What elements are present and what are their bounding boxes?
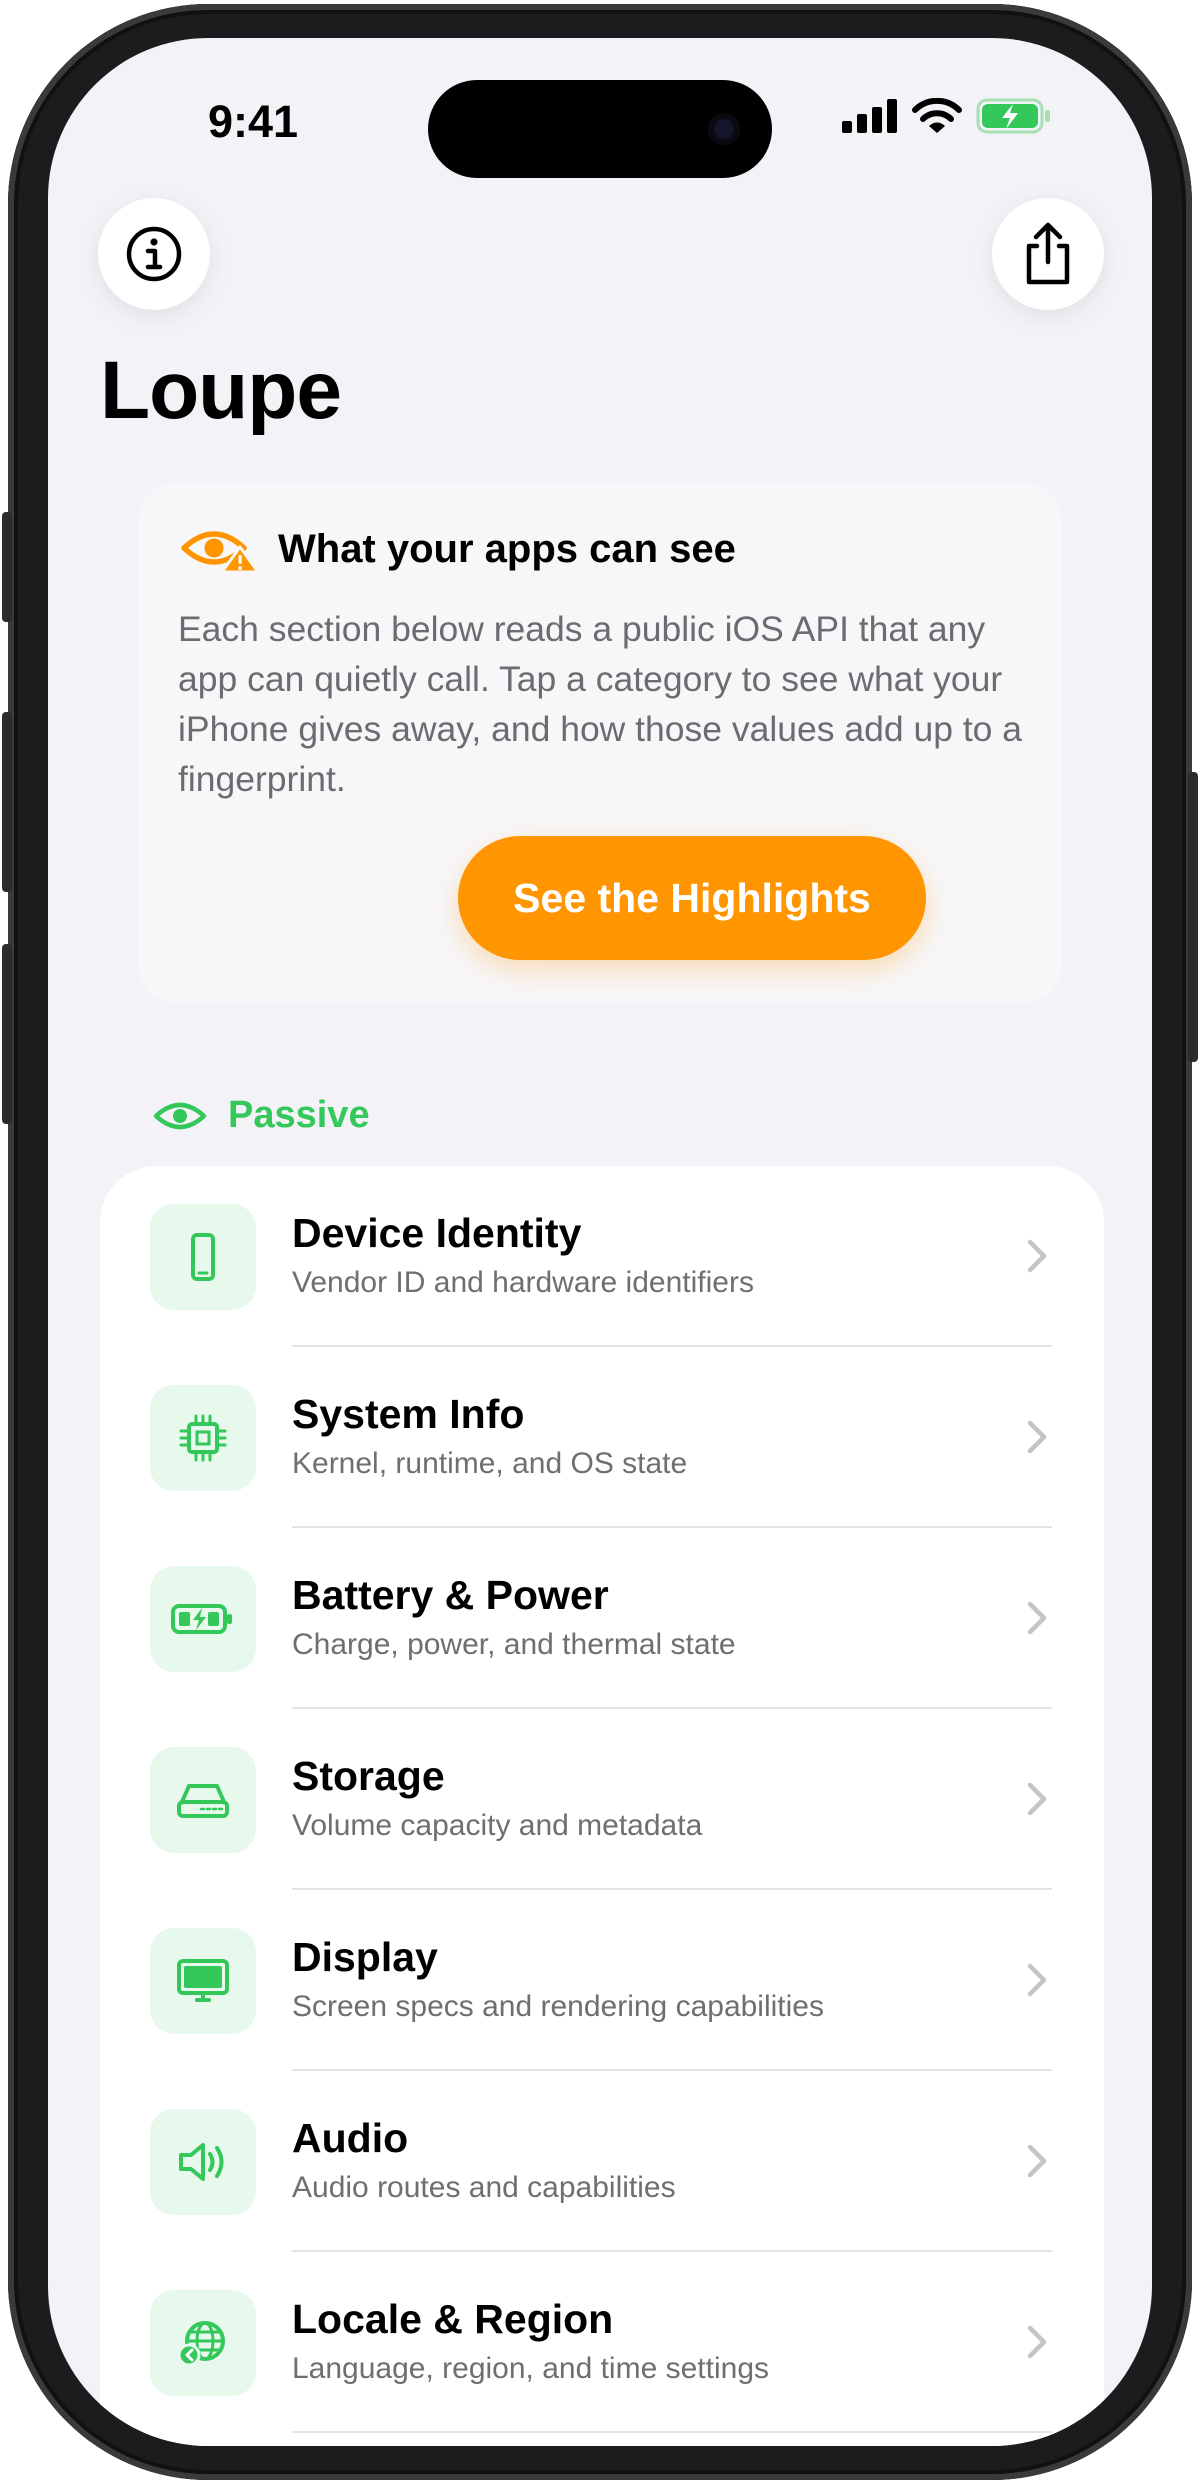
row-icon-tile	[150, 1566, 256, 1672]
row-subtitle: Volume capacity and metadata	[292, 1809, 703, 1842]
globe-icon	[177, 2321, 225, 2367]
chevron-right-icon	[1027, 1239, 1047, 1273]
row-subtitle: Vendor ID and hardware identifiers	[292, 1266, 754, 1299]
intro-card: What your apps can see Each section belo…	[138, 482, 1062, 1004]
cellular-signal-icon	[842, 99, 897, 133]
row-subtitle: Language, region, and time settings	[292, 2352, 769, 2385]
battery-charging-icon	[171, 1604, 232, 1634]
row-divider	[292, 2431, 1052, 2433]
intro-description: Each section below reads a public iOS AP…	[178, 609, 1023, 799]
list-item-locale-region[interactable]: Locale & Region Language, region, and ti…	[100, 2252, 1104, 2433]
list-item-system-info[interactable]: System Info Kernel, runtime, and OS stat…	[100, 1347, 1104, 1528]
row-title: Locale & Region	[292, 2296, 614, 2342]
cpu-chip-icon	[179, 1414, 227, 1462]
chevron-right-icon	[1027, 1420, 1047, 1454]
row-title: Storage	[292, 1753, 445, 1799]
row-icon-tile	[150, 2290, 256, 2396]
chevron-right-icon	[1027, 2144, 1047, 2178]
app-screen: 9:41 Loupe What your apps can see Each s…	[48, 38, 1152, 2446]
chevron-right-icon	[1027, 2325, 1047, 2359]
row-icon-tile	[150, 1385, 256, 1491]
section-label: Passive	[228, 1094, 370, 1136]
volume-down-button	[2, 944, 12, 1124]
row-subtitle: Charge, power, and thermal state	[292, 1628, 736, 1661]
section-header-passive: Passive	[152, 1094, 370, 1137]
row-title: Audio	[292, 2115, 409, 2161]
volume-up-button	[2, 712, 12, 892]
list-item-display[interactable]: Display Screen specs and rendering capab…	[100, 1890, 1104, 2071]
info-icon	[126, 226, 182, 282]
iphone-icon	[191, 1233, 215, 1281]
status-icons	[842, 98, 1052, 134]
side-button	[1188, 772, 1198, 1062]
page-title: Loupe	[100, 345, 342, 436]
row-subtitle: Kernel, runtime, and OS state	[292, 1447, 688, 1480]
share-button[interactable]	[992, 198, 1104, 310]
chevron-right-icon	[1027, 1782, 1047, 1816]
row-icon-tile	[150, 1928, 256, 2034]
row-subtitle: Audio routes and capabilities	[292, 2171, 676, 2204]
list-item-battery-power[interactable]: Battery & Power Charge, power, and therm…	[100, 1528, 1104, 1709]
list-item-device-identity[interactable]: Device Identity Vendor ID and hardware i…	[100, 1166, 1104, 1347]
wifi-icon	[912, 98, 962, 133]
row-title: System Info	[292, 1391, 525, 1437]
front-camera	[708, 113, 740, 145]
action-button	[2, 512, 12, 622]
row-icon-tile	[150, 2109, 256, 2215]
row-icon-tile	[150, 1204, 256, 1310]
intro-title: What your apps can see	[278, 526, 736, 571]
row-title: Device Identity	[292, 1210, 582, 1256]
row-subtitle: Screen specs and rendering capabilities	[292, 1990, 824, 2023]
row-title: Display	[292, 1934, 438, 1980]
row-title: Battery & Power	[292, 1572, 609, 1618]
row-icon-tile	[150, 1747, 256, 1853]
eye-warning-icon	[181, 531, 260, 574]
list-item-storage[interactable]: Storage Volume capacity and metadata	[100, 1709, 1104, 1890]
dynamic-island	[428, 80, 772, 178]
intro-header: What your apps can see	[180, 524, 736, 574]
status-time: 9:41	[208, 96, 299, 147]
info-button[interactable]	[98, 198, 210, 310]
display-icon	[177, 1959, 229, 2002]
chevron-right-icon	[1027, 1601, 1047, 1635]
share-icon	[1026, 222, 1070, 285]
list-item-audio[interactable]: Audio Audio routes and capabilities	[100, 2071, 1104, 2252]
see-highlights-button[interactable]: See the Highlights	[458, 836, 926, 960]
eye-icon	[153, 1102, 207, 1129]
storage-drive-icon	[177, 1784, 229, 1818]
category-list: Device Identity Vendor ID and hardware i…	[100, 1166, 1104, 2446]
chevron-right-icon	[1027, 1963, 1047, 1997]
speaker-icon	[179, 2143, 224, 2181]
battery-charging-icon	[976, 98, 1050, 134]
